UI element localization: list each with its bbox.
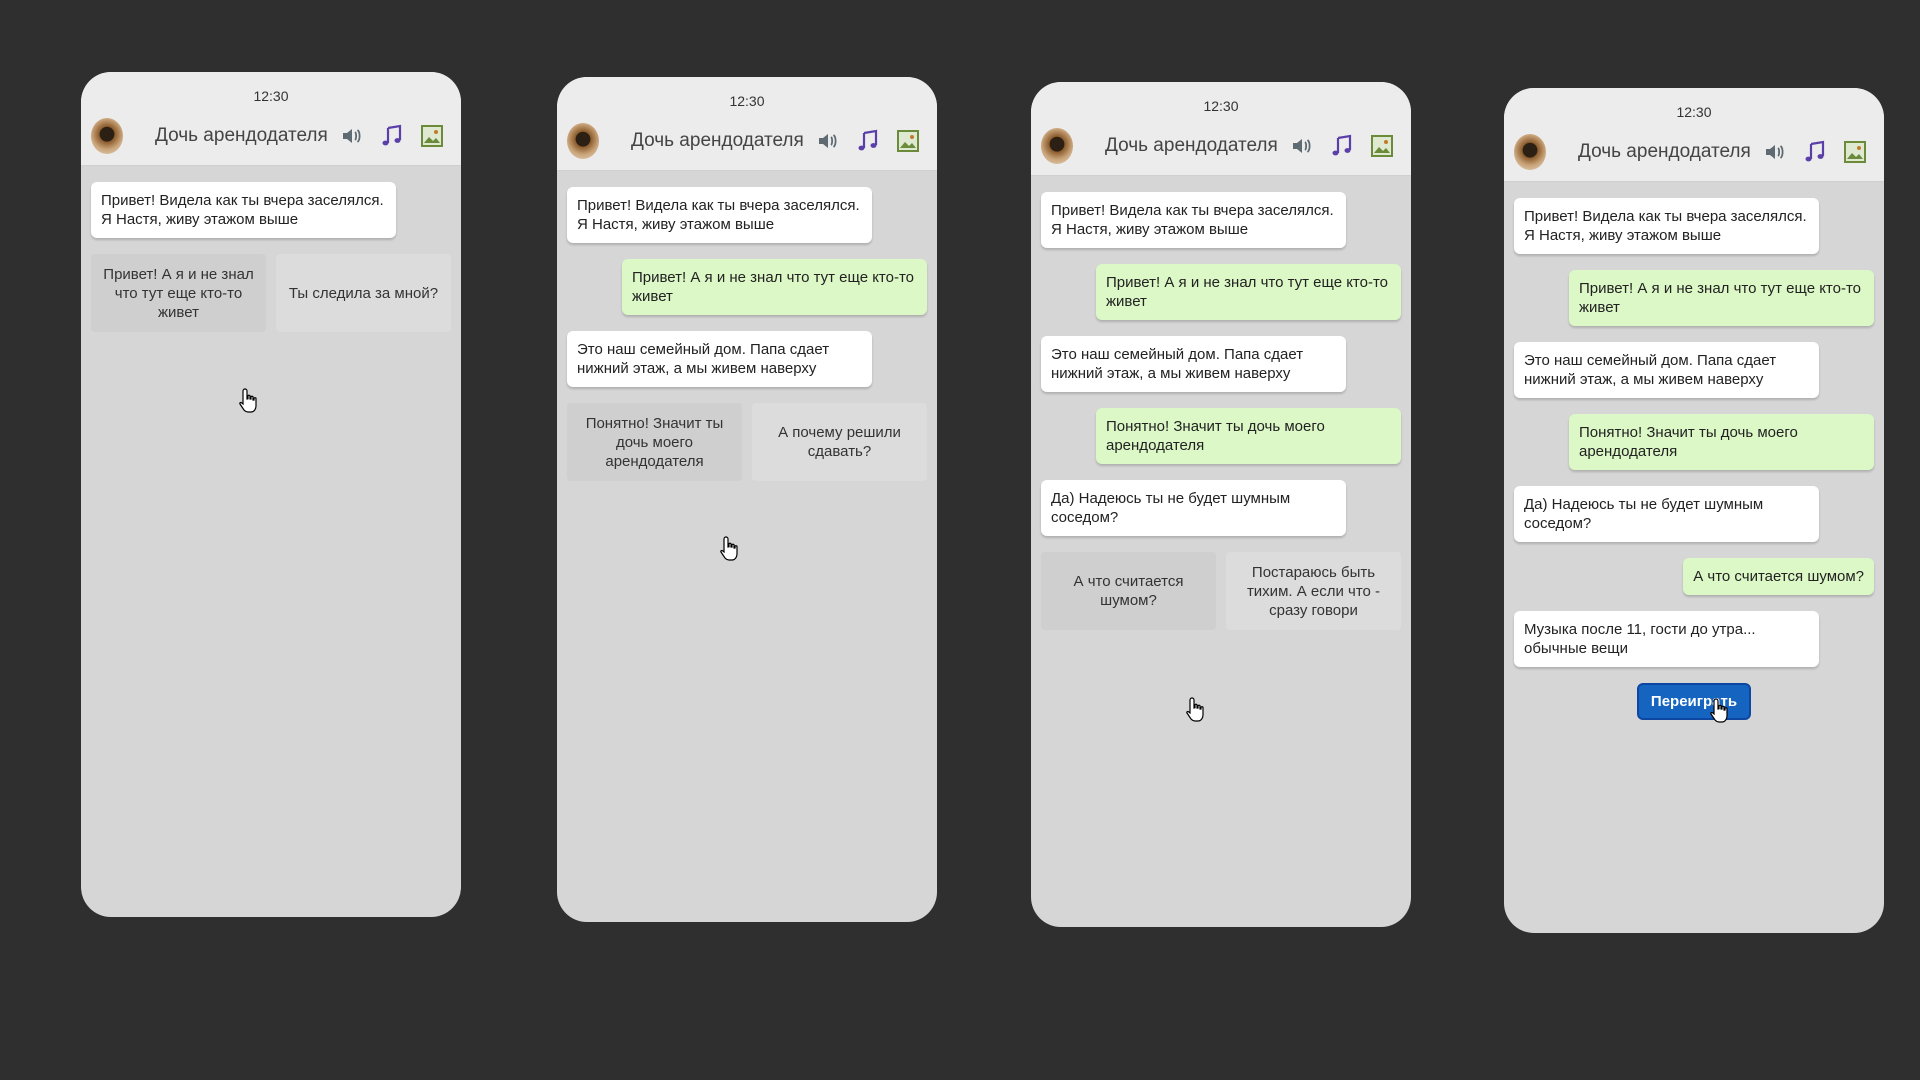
- phone-screen-4: 12:30 Дочь арендодателя Привет! Видела к…: [1504, 88, 1884, 933]
- message-outgoing: Привет! А я и не знал что тут еще кто-то…: [622, 259, 927, 315]
- chat-area: Привет! Видела как ты вчера заселялся. Я…: [1031, 176, 1411, 722]
- message-incoming: Да) Надеюсь ты не будет шумным соседом?: [1041, 480, 1346, 536]
- chat-title: Дочь арендодателя: [1578, 140, 1751, 162]
- message-incoming: Это наш семейный дом. Папа сдает нижний …: [567, 331, 872, 387]
- status-time: 12:30: [1676, 104, 1712, 120]
- replay-button[interactable]: Переиграть: [1636, 683, 1752, 720]
- music-note-icon[interactable]: [1802, 139, 1828, 165]
- status-time: 12:30: [1203, 98, 1239, 114]
- chat-title: Дочь арендодателя: [1105, 134, 1278, 156]
- choice-option-2[interactable]: Ты следила за мной?: [276, 254, 451, 332]
- speaker-icon[interactable]: [815, 128, 841, 154]
- hand-cursor-icon: [720, 536, 738, 561]
- status-bar: 12:30: [557, 77, 937, 111]
- avatar[interactable]: [1514, 133, 1546, 170]
- status-time: 12:30: [729, 93, 765, 109]
- message-incoming: Это наш семейный дом. Папа сдает нижний …: [1514, 342, 1819, 398]
- message-incoming: Привет! Видела как ты вчера заселялся. Я…: [567, 187, 872, 243]
- choice-option-2[interactable]: А почему решили сдавать?: [752, 403, 927, 481]
- music-note-icon[interactable]: [1329, 133, 1355, 159]
- music-note-icon[interactable]: [379, 123, 405, 149]
- choice-option-1[interactable]: Привет! А я и не знал что тут еще кто-то…: [91, 254, 266, 332]
- chat-header: Дочь арендодателя: [81, 106, 461, 166]
- choice-group: Понятно! Значит ты дочь моего арендодате…: [567, 403, 927, 481]
- speaker-icon[interactable]: [339, 123, 365, 149]
- image-icon[interactable]: [419, 123, 445, 149]
- hand-cursor-icon: [239, 388, 257, 413]
- choice-option-1[interactable]: А что считается шумом?: [1041, 552, 1216, 630]
- status-bar: 12:30: [81, 72, 461, 106]
- chat-area: Привет! Видела как ты вчера заселялся. Я…: [557, 171, 937, 561]
- message-outgoing: Привет! А я и не знал что тут еще кто-то…: [1096, 264, 1401, 320]
- chat-area: Привет! Видела как ты вчера заселялся. Я…: [1504, 182, 1884, 736]
- music-note-icon[interactable]: [855, 128, 881, 154]
- image-icon[interactable]: [895, 128, 921, 154]
- hand-cursor-icon: [1186, 697, 1204, 722]
- replay-container: Переиграть: [1514, 683, 1874, 723]
- chat-header: Дочь арендодателя: [1031, 116, 1411, 176]
- avatar[interactable]: [567, 122, 599, 159]
- avatar[interactable]: [91, 117, 123, 154]
- message-incoming: Да) Надеюсь ты не будет шумным соседом?: [1514, 486, 1819, 542]
- image-icon[interactable]: [1842, 139, 1868, 165]
- status-bar: 12:30: [1504, 88, 1884, 122]
- hand-cursor-icon: [1710, 698, 1728, 723]
- chat-area: Привет! Видела как ты вчера заселялся. Я…: [81, 166, 461, 413]
- choice-group: Привет! А я и не знал что тут еще кто-то…: [91, 254, 451, 332]
- chat-header: Дочь арендодателя: [557, 111, 937, 171]
- message-outgoing: Понятно! Значит ты дочь моего арендодате…: [1096, 408, 1401, 464]
- message-outgoing: Понятно! Значит ты дочь моего арендодате…: [1569, 414, 1874, 470]
- message-incoming: Привет! Видела как ты вчера заселялся. Я…: [1514, 198, 1819, 254]
- message-outgoing: Привет! А я и не знал что тут еще кто-то…: [1569, 270, 1874, 326]
- status-bar: 12:30: [1031, 82, 1411, 116]
- choice-group: А что считается шумом? Постараюсь быть т…: [1041, 552, 1401, 630]
- chat-title: Дочь арендодателя: [155, 124, 328, 146]
- image-icon[interactable]: [1369, 133, 1395, 159]
- phone-screen-3: 12:30 Дочь арендодателя Привет! Видела к…: [1031, 82, 1411, 927]
- chat-header: Дочь арендодателя: [1504, 122, 1884, 182]
- status-time: 12:30: [253, 88, 289, 104]
- speaker-icon[interactable]: [1762, 139, 1788, 165]
- choice-option-2[interactable]: Постараюсь быть тихим. А если что - сраз…: [1226, 552, 1401, 630]
- message-incoming: Привет! Видела как ты вчера заселялся. Я…: [91, 182, 396, 238]
- message-incoming: Привет! Видела как ты вчера заселялся. Я…: [1041, 192, 1346, 248]
- phone-screen-2: 12:30 Дочь арендодателя Привет! Видела к…: [557, 77, 937, 922]
- message-incoming: Это наш семейный дом. Папа сдает нижний …: [1041, 336, 1346, 392]
- message-outgoing: А что считается шумом?: [1683, 558, 1874, 595]
- avatar[interactable]: [1041, 127, 1073, 164]
- speaker-icon[interactable]: [1289, 133, 1315, 159]
- chat-title: Дочь арендодателя: [631, 129, 804, 151]
- choice-option-1[interactable]: Понятно! Значит ты дочь моего арендодате…: [567, 403, 742, 481]
- phone-screen-1: 12:30 Дочь арендодателя Привет! Видела к…: [81, 72, 461, 917]
- message-incoming: Музыка после 11, гости до утра... обычны…: [1514, 611, 1819, 667]
